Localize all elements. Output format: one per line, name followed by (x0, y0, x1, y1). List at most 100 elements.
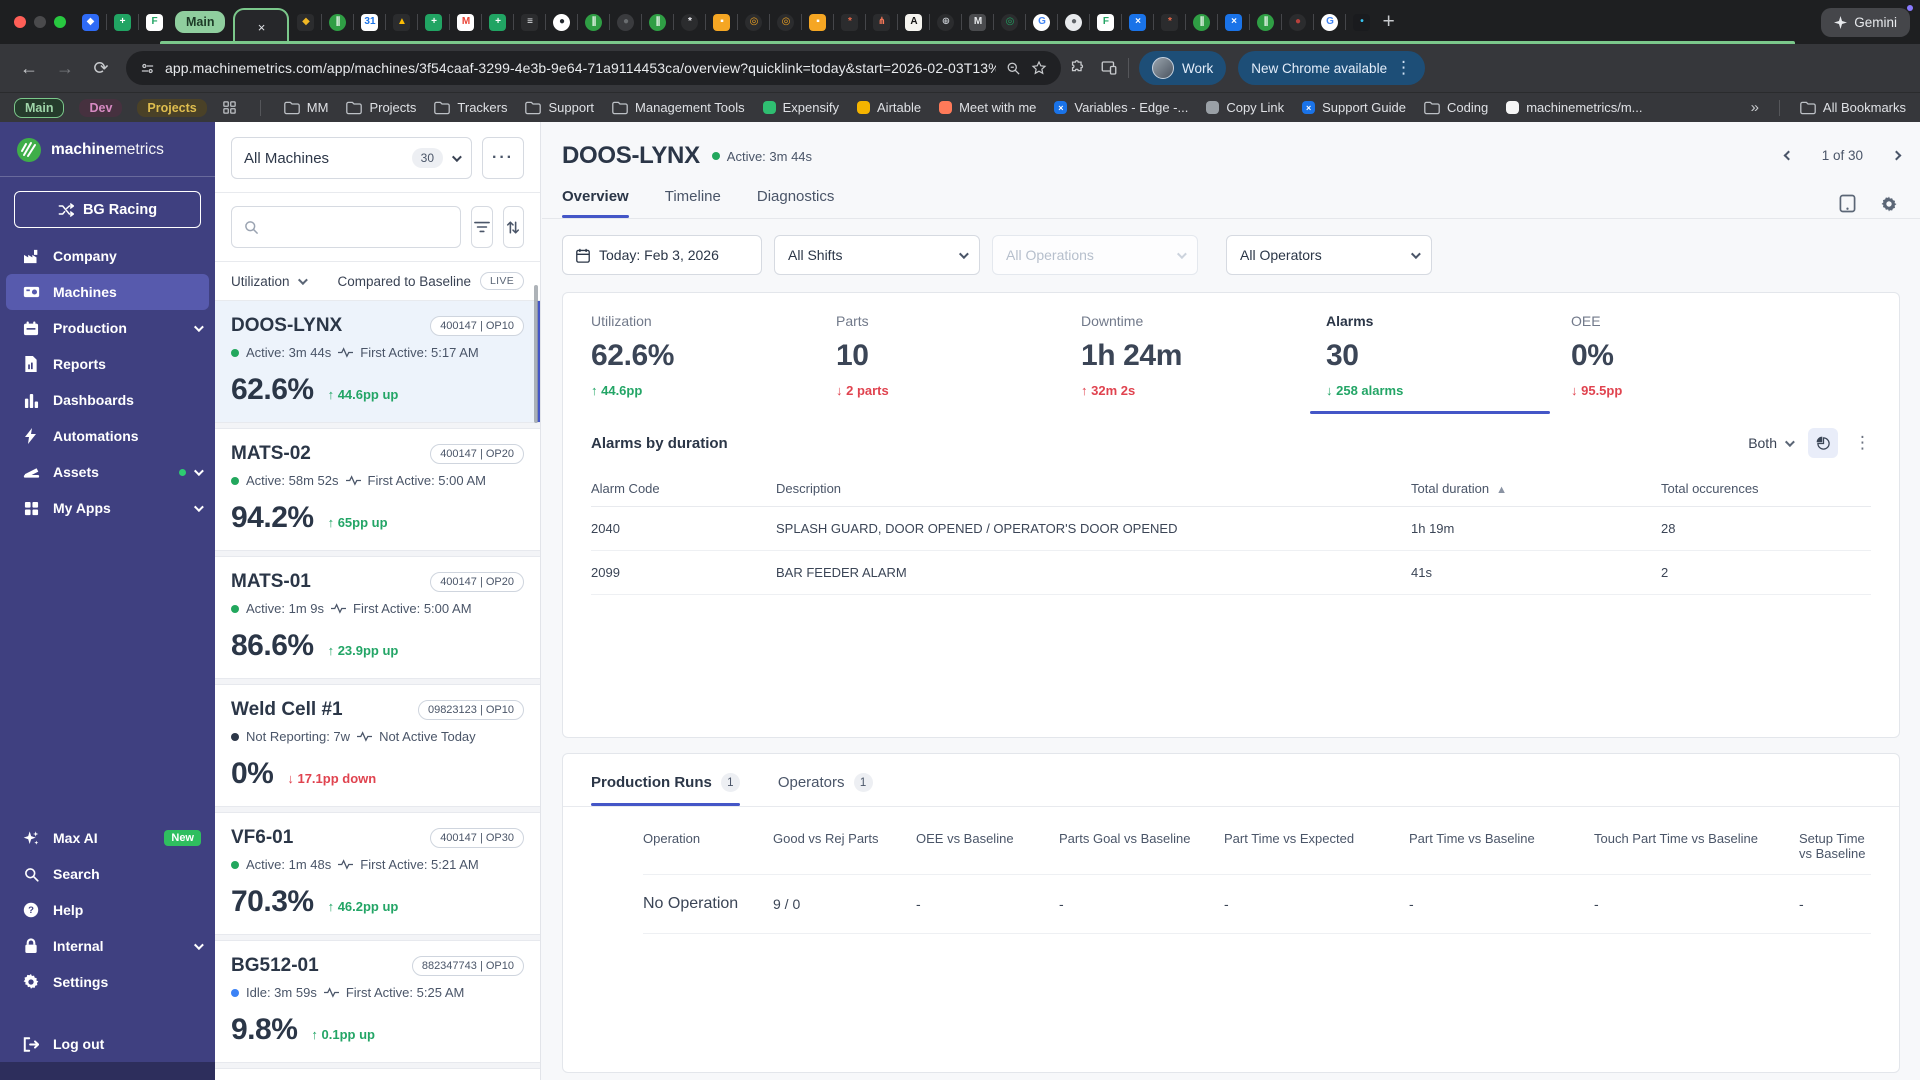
bookmark-management-tools[interactable]: Management Tools (612, 100, 745, 115)
favicon-calendar[interactable]: 31 (361, 13, 393, 31)
favicon-sheets[interactable]: + (114, 13, 146, 31)
url-text[interactable]: app.machinemetrics.com/app/machines/3f54… (165, 60, 996, 76)
favicon-layers[interactable]: ≡ (521, 13, 553, 31)
shifts-filter[interactable]: All Shifts (774, 235, 980, 275)
machine-card[interactable]: Weld Cell #1 09823123 | OP10 Not Reportin… (215, 685, 540, 806)
favicon-yellow-square[interactable]: ▪ (713, 13, 745, 31)
machine-card[interactable]: MATS-01 400147 | OP20 Active: 1m 9s First … (215, 557, 540, 678)
chrome-update-button[interactable]: New Chrome available ⋮ (1238, 51, 1426, 85)
date-filter[interactable]: Today: Feb 3, 2026 (562, 235, 762, 275)
favicon-drive[interactable]: ▲ (393, 13, 425, 31)
sidebar-item-dashboards[interactable]: Dashboards (0, 382, 215, 418)
extensions-icon[interactable] (1069, 59, 1086, 77)
bookmark-mm[interactable]: MM (283, 100, 328, 115)
favicon-cube[interactable]: ◆ (297, 13, 329, 31)
machine-group-select[interactable]: All Machines 30 (231, 137, 472, 179)
sidebar-item-settings[interactable]: Settings (0, 964, 215, 1000)
sidebar-item-reports[interactable]: Reports (0, 346, 215, 382)
bookmark-projects[interactable]: Projects (346, 100, 416, 115)
favicon-globe[interactable]: ⊕ (937, 13, 969, 31)
favicon-float-doc[interactable]: F (1097, 13, 1129, 31)
machine-card[interactable]: MATS-02 400147 | OP20 Active: 58m 52s Firs… (215, 429, 540, 550)
col-description[interactable]: Description (776, 481, 1411, 496)
favicon-gmail[interactable]: M (457, 13, 489, 31)
close-tab-icon[interactable]: × (258, 20, 266, 35)
logout-button[interactable]: Log out (0, 1026, 215, 1062)
tablet-icon[interactable] (1839, 194, 1856, 213)
tab-diagnostics[interactable]: Diagnostics (757, 188, 835, 218)
favicon-machinemetrics[interactable]: ∥ (649, 13, 681, 31)
favicon-raindrop[interactable]: ◆ (82, 13, 114, 31)
bookmark-meet-with-me[interactable]: Meet with me (939, 100, 1036, 115)
bookmark-coding[interactable]: Coding (1424, 100, 1488, 115)
bookmark-star-icon[interactable] (1031, 60, 1047, 76)
col-total-occurrences[interactable]: Total occurences (1661, 481, 1871, 496)
operations-filter[interactable]: All Operations (992, 235, 1198, 275)
favicon-machinemetrics[interactable]: ∥ (585, 13, 617, 31)
kpi-downtime[interactable]: Downtime 1h 24m ↑ 32m 2s (1081, 313, 1326, 398)
favicon-anthropic[interactable]: A (905, 13, 937, 31)
machine-card[interactable]: VF6-01 400147 | OP30 Active: 1m 48s First … (215, 813, 540, 934)
operators-filter[interactable]: All Operators (1226, 235, 1432, 275)
favicon-openai[interactable]: * (681, 13, 713, 31)
kpi-utilization[interactable]: Utilization 62.6% ↑ 44.6pp (591, 313, 836, 398)
bookmark-copy-link[interactable]: Copy Link (1206, 100, 1284, 115)
favicon-float-doc[interactable]: F (146, 13, 163, 31)
bookmark-airtable[interactable]: Airtable (857, 100, 921, 115)
all-bookmarks-button[interactable]: All Bookmarks (1800, 100, 1906, 115)
sidebar-item-machines[interactable]: Machines (6, 274, 209, 310)
sidebar-item-max-ai[interactable]: Max AI New (0, 820, 215, 856)
favicon-starburst[interactable]: * (1161, 13, 1193, 31)
tab-group-chip-dev[interactable]: Dev (79, 98, 123, 117)
alarms-menu-button[interactable]: ⋮ (1854, 433, 1871, 453)
alarm-row[interactable]: 2099 BAR FEEDER ALARM 41s 2 (591, 551, 1871, 595)
machine-search-input[interactable] (267, 219, 448, 235)
favicon-yellow-ring[interactable]: ◎ (745, 13, 777, 31)
chart-toggle-button[interactable] (1808, 428, 1838, 458)
favicon-google[interactable]: G (1321, 13, 1353, 31)
sort-button[interactable] (502, 206, 524, 248)
bookmark-variables-edge-[interactable]: × Variables - Edge -... (1054, 100, 1188, 115)
kpi-oee[interactable]: OEE 0% ↓ 95.5pp (1571, 313, 1816, 398)
bookmark-machinemetrics-m-[interactable]: machinemetrics/m... (1506, 100, 1643, 115)
org-switcher-button[interactable]: BG Racing (14, 191, 201, 228)
favicon-machinemetrics[interactable]: ∥ (1193, 13, 1225, 31)
forward-button[interactable]: → (48, 51, 82, 85)
favicon-black-cyan[interactable]: • (1353, 13, 1371, 31)
bookmark-support[interactable]: Support (525, 100, 594, 115)
favicon-green-ring[interactable]: ◎ (1001, 13, 1033, 31)
bookmark-expensify[interactable]: Expensify (762, 100, 839, 115)
filter-button[interactable] (471, 206, 493, 248)
sidebar-item-search[interactable]: Search (0, 856, 215, 892)
apps-grid-icon[interactable] (222, 100, 237, 115)
settings-gear-icon[interactable] (1880, 195, 1898, 213)
favicon-maroon-swirl[interactable]: ● (1289, 13, 1321, 31)
gemini-button[interactable]: Gemini (1821, 7, 1910, 37)
previous-machine-button[interactable] (1783, 150, 1794, 161)
favicon-yellow-square[interactable]: ▪ (809, 13, 841, 31)
col-total-duration[interactable]: Total duration ▲ (1411, 481, 1661, 496)
bookmark-trackers[interactable]: Trackers (434, 100, 507, 115)
tab-operators[interactable]: Operators 1 (778, 773, 873, 806)
minimize-window-button[interactable] (34, 16, 46, 28)
favicon-blue-x[interactable]: × (1225, 13, 1257, 31)
favicon-github-dim[interactable]: ● (617, 13, 649, 31)
send-to-devices-icon[interactable] (1100, 59, 1118, 77)
tab-overview[interactable]: Overview (562, 188, 629, 218)
kpi-alarms[interactable]: Alarms 30 ↓ 258 alarms (1310, 313, 1571, 414)
favicon-gray-circle[interactable]: ● (1065, 13, 1097, 31)
favicon-google[interactable]: G (1033, 13, 1065, 31)
tab-timeline[interactable]: Timeline (665, 188, 721, 218)
window-controls[interactable] (14, 16, 66, 28)
favicon-sheets[interactable]: + (425, 13, 457, 31)
favicon-blue-x[interactable]: × (1129, 13, 1161, 31)
favicon-machinemetrics[interactable]: ∥ (1257, 13, 1289, 31)
tab-production-runs[interactable]: Production Runs 1 (591, 773, 740, 806)
tab-group-label[interactable]: Main (175, 11, 226, 33)
tab-group-chip-main[interactable]: Main (14, 97, 65, 118)
reload-button[interactable]: ⟳ (84, 51, 118, 85)
url-bar[interactable]: app.machinemetrics.com/app/machines/3f54… (126, 51, 1061, 85)
browser-menu-icon[interactable]: ⋮ (1395, 58, 1412, 78)
machine-card[interactable]: DOOS-LYNX 400147 | OP10 Active: 3m 44s Fir… (215, 301, 540, 422)
sidebar-item-help[interactable]: ? Help (0, 892, 215, 928)
